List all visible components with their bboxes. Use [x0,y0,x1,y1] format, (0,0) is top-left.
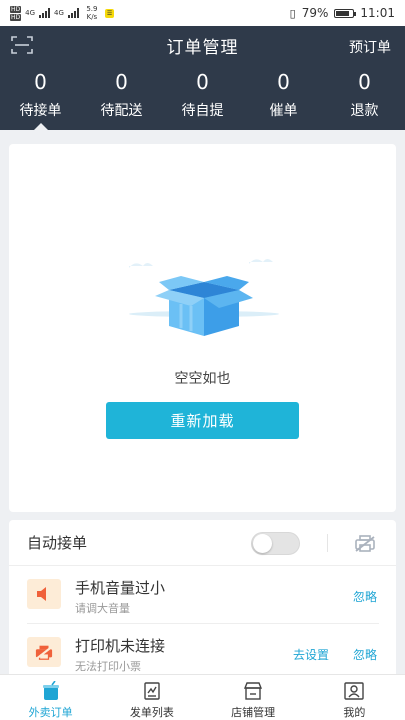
alert-printer-row: 打印机未连接 无法打印小票 去设置 忽略 [27,624,379,680]
profile-icon [344,682,365,700]
stat-count: 0 [115,70,128,94]
network-tag: 4G [25,9,36,17]
auto-accept-label: 自动接单 [27,534,88,552]
battery-icon [334,8,357,18]
page-title: 订单管理 [166,37,239,58]
bottom-nav: 外卖订单 发单列表 店铺管理 我的 [0,674,405,720]
order-header: 订单管理 预订单 0 待接单 0 待配送 0 待自提 0 催单 0 退款 [0,26,405,130]
empty-state-text: 空空如也 [174,371,231,387]
ignore-printer-button[interactable]: 忽略 [353,646,377,663]
sim-tag: HD [10,13,22,21]
sim-tag: HD [10,5,22,13]
alert-icon-box [27,637,61,667]
settings-card: 自动接单 手机音量过小 请调大音量 忽略 打印机未连接 无法打印小票 去设置 忽… [9,520,396,680]
alert-title: 手机音量过小 [75,579,166,597]
nav-shop-management[interactable]: 店铺管理 [203,675,304,720]
printer-off-icon[interactable] [354,533,376,553]
signal-icon [39,8,51,18]
stat-label: 待接单 [19,103,62,119]
preorder-button[interactable]: 预订单 [349,37,391,57]
tab-pending-pickup[interactable]: 0 待自提 [162,64,243,130]
alert-title: 打印机未连接 [75,637,166,655]
nav-label: 店铺管理 [231,706,276,719]
nav-label: 外卖订单 [28,706,73,719]
vibrate-icon: ▯ [289,6,296,20]
alert-subtitle: 请调大音量 [75,602,130,615]
battery-percent: 79% [301,6,329,20]
printer-settings-button[interactable]: 去设置 [293,646,329,663]
stat-label: 退款 [350,103,379,119]
reload-button[interactable]: 重新加载 [106,402,299,439]
clock: 11:01 [360,6,395,20]
notification-icon: ☰ [104,8,115,18]
toggle-knob [253,534,272,553]
network-speed: 5.9 K/s [86,5,98,21]
nav-dispatch-list[interactable]: 发单列表 [101,675,202,720]
signal-icon [67,8,79,18]
stat-label: 待自提 [181,103,224,119]
stat-count: 0 [34,70,47,94]
nav-label: 我的 [343,706,366,719]
scan-icon[interactable] [10,34,34,56]
auto-accept-toggle[interactable] [251,532,300,555]
network-tag: 4G [54,9,64,17]
tab-pending-delivery[interactable]: 0 待配送 [81,64,162,130]
auto-accept-row: 自动接单 [9,520,396,566]
speaker-icon [37,587,46,601]
nav-label: 发单列表 [129,706,174,719]
order-stats: 0 待接单 0 待配送 0 待自提 0 催单 0 退款 [0,64,405,130]
stat-label: 待配送 [100,103,143,119]
alert-subtitle: 无法打印小票 [75,660,141,673]
alert-icon-box [27,579,61,609]
status-bar: HD HD 4G 4G 5.9 K/s ☰ ▯ 79% 11:01 [0,0,405,26]
ignore-volume-button[interactable]: 忽略 [353,588,377,605]
stat-count: 0 [277,70,290,94]
stat-label: 催单 [269,103,298,119]
tab-pending-accept[interactable]: 0 待接单 [0,64,81,130]
divider [327,534,328,552]
tab-reminders[interactable]: 0 催单 [243,64,324,130]
printer-off-icon [35,645,53,661]
stat-count: 0 [358,70,371,94]
empty-state-card: 空空如也 重新加载 [9,144,396,512]
nav-profile[interactable]: 我的 [304,675,405,720]
nav-takeaway-orders[interactable]: 外卖订单 [0,675,101,720]
dispatch-list-icon [144,682,160,700]
alert-volume-row: 手机音量过小 请调大音量 忽略 [27,566,379,624]
shop-icon [244,682,263,700]
tab-refunds[interactable]: 0 退款 [324,64,405,130]
empty-box-icon [129,259,279,336]
takeaway-cup-icon [42,681,59,700]
stat-count: 0 [196,70,209,94]
